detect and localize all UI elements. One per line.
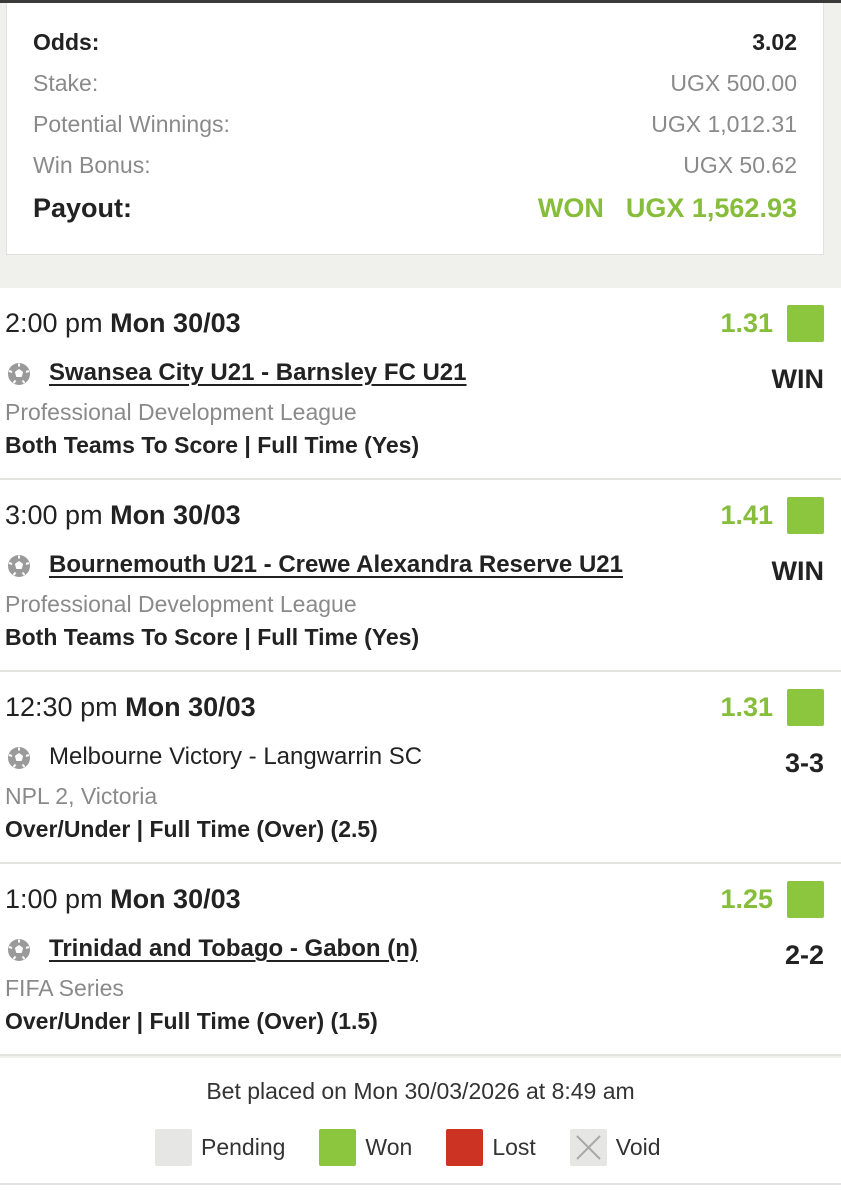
soccer-ball-icon: [8, 939, 30, 961]
void-swatch: [569, 1129, 607, 1166]
legend-void: Void: [569, 1129, 661, 1166]
bet-footer: Bet placed on Mon 30/03/2026 at 8:49 am …: [0, 1058, 841, 1200]
stake-value: UGX 500.00: [670, 70, 797, 96]
bet-selections-list: 2:00 pm Mon 30/03 1.31 Swansea City U21 …: [0, 288, 841, 1056]
market-description: Over/Under | Full Time (Over) (1.5): [5, 1008, 378, 1034]
stake-label: Stake:: [33, 70, 99, 96]
kickoff-time: 2:00 pm Mon 30/03: [5, 308, 241, 339]
legend-label: Void: [615, 1134, 661, 1160]
match-link[interactable]: Swansea City U21 - Barnsley FC U21: [49, 359, 467, 387]
stake-row: Stake: UGX 500.00: [33, 70, 797, 97]
pending-swatch: [155, 1129, 192, 1166]
selection-odds: 1.25: [720, 884, 773, 914]
kickoff-hour: 12:30 pm: [5, 692, 118, 722]
bet-selection: 1:00 pm Mon 30/03 1.25 Trinidad and Toba…: [0, 864, 841, 1056]
payout-status: WON: [537, 193, 604, 223]
bet-placed-timestamp: Bet placed on Mon 30/03/2026 at 8:49 am: [206, 1078, 635, 1104]
match-name: Melbourne Victory - Langwarrin SC: [49, 743, 423, 770]
kickoff-hour: 2:00 pm: [5, 308, 103, 338]
soccer-ball-icon: [8, 363, 30, 385]
league-name: NPL 2, Victoria: [5, 783, 158, 809]
payout-right: WON UGX 1,562.93: [538, 193, 797, 224]
match-link[interactable]: Bournemouth U21 - Crewe Alexandra Reserv…: [49, 551, 623, 579]
won-status-indicator: [787, 305, 824, 342]
kickoff-date: Mon 30/03: [110, 308, 241, 338]
legend-pending: Pending: [155, 1129, 285, 1166]
status-legend: Pending Won Lost Void: [155, 1129, 695, 1166]
kickoff-time: 12:30 pm Mon 30/03: [5, 692, 256, 723]
potential-winnings-value: UGX 1,012.31: [651, 111, 797, 137]
soccer-ball-icon: [8, 555, 30, 577]
legend-label: Pending: [201, 1134, 286, 1160]
league-name: Professional Development League: [5, 399, 357, 425]
won-status-indicator: [787, 881, 824, 918]
market-description: Both Teams To Score | Full Time (Yes): [5, 432, 420, 458]
selection-odds: 1.31: [720, 308, 773, 338]
kickoff-time: 3:00 pm Mon 30/03: [5, 500, 241, 531]
kickoff-date: Mon 30/03: [125, 692, 256, 722]
selection-odds: 1.31: [720, 692, 773, 722]
odds-row: Odds: 3.02: [33, 29, 797, 56]
kickoff-hour: 1:00 pm: [5, 884, 103, 914]
win-bonus-row: Win Bonus: UGX 50.62: [33, 152, 797, 179]
bottom-divider: [0, 1183, 841, 1185]
bet-selection: 12:30 pm Mon 30/03 1.31 Melbourne Victor…: [0, 672, 841, 864]
legend-lost: Lost: [446, 1129, 536, 1166]
payout-row: Payout: WON UGX 1,562.93: [33, 193, 797, 224]
bet-selection: 3:00 pm Mon 30/03 1.41 Bournemouth U21 -…: [0, 480, 841, 672]
odds-value: 3.02: [752, 29, 797, 55]
payout-value: UGX 1,562.93: [625, 193, 797, 223]
market-description: Both Teams To Score | Full Time (Yes): [5, 624, 420, 650]
soccer-ball-icon: [8, 747, 30, 769]
win-bonus-label: Win Bonus:: [33, 152, 151, 178]
legend-label: Lost: [492, 1134, 536, 1160]
selection-result: WIN: [771, 556, 824, 586]
cross-icon: [576, 1135, 601, 1160]
win-bonus-value: UGX 50.62: [683, 152, 797, 178]
odds-label: Odds:: [33, 29, 100, 55]
bet-summary: Odds: 3.02 Stake: UGX 500.00 Potential W…: [6, 3, 824, 255]
league-name: Professional Development League: [5, 591, 357, 617]
legend-label: Won: [365, 1134, 413, 1160]
market-description: Over/Under | Full Time (Over) (2.5): [5, 816, 378, 842]
final-score: 2-2: [784, 940, 824, 970]
won-swatch: [319, 1129, 357, 1166]
lost-swatch: [446, 1129, 484, 1166]
bet-selection: 2:00 pm Mon 30/03 1.31 Swansea City U21 …: [0, 288, 841, 480]
won-status-indicator: [787, 497, 824, 534]
final-score: 3-3: [784, 748, 824, 778]
payout-label: Payout:: [33, 193, 133, 223]
kickoff-date: Mon 30/03: [110, 500, 241, 530]
match-link[interactable]: Trinidad and Tobago - Gabon (n): [49, 935, 418, 963]
kickoff-hour: 3:00 pm: [5, 500, 103, 530]
potential-winnings-row: Potential Winnings: UGX 1,012.31: [33, 111, 797, 138]
legend-won: Won: [319, 1129, 412, 1166]
league-name: FIFA Series: [5, 975, 124, 1001]
won-status-indicator: [787, 689, 824, 726]
potential-winnings-label: Potential Winnings:: [33, 111, 230, 137]
selection-result: WIN: [771, 364, 824, 394]
selection-odds: 1.41: [720, 500, 773, 530]
kickoff-time: 1:00 pm Mon 30/03: [5, 884, 241, 915]
kickoff-date: Mon 30/03: [110, 884, 241, 914]
